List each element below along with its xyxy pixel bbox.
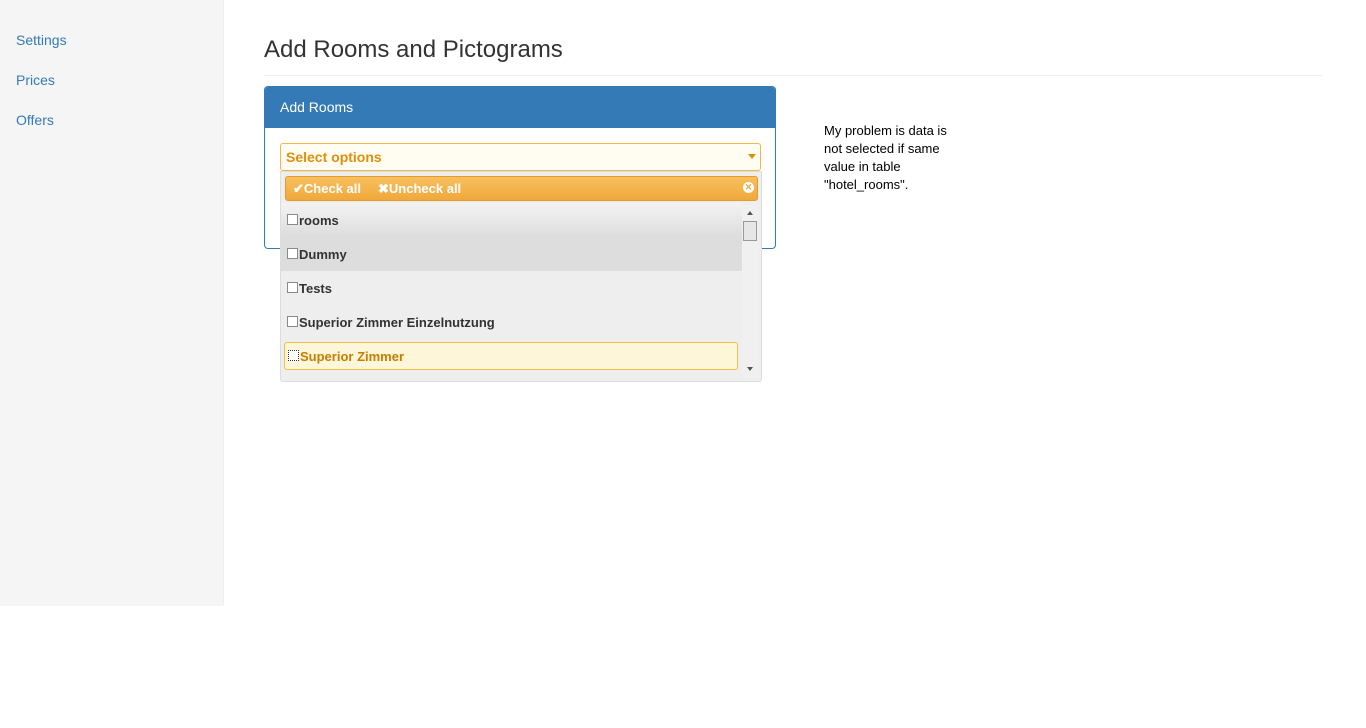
uncheck-all-link[interactable]: ✖Uncheck all bbox=[378, 177, 461, 200]
close-circle-icon[interactable]: ✕ bbox=[743, 182, 754, 193]
sidebar-item-settings[interactable]: Settings bbox=[16, 32, 67, 48]
multiselect-placeholder: Select options bbox=[286, 149, 382, 165]
sidebar-item-offers[interactable]: Offers bbox=[16, 112, 54, 128]
check-all-link[interactable]: ✔Check all bbox=[293, 177, 361, 200]
note-line: "hotel_rooms". bbox=[824, 177, 909, 192]
option-label: Tests bbox=[299, 281, 332, 296]
option-checkbox[interactable] bbox=[287, 282, 298, 293]
x-icon: ✖ bbox=[378, 181, 389, 196]
option-checkbox[interactable] bbox=[287, 214, 298, 225]
rooms-multiselect-button[interactable]: Select options bbox=[280, 143, 761, 171]
sidebar: Settings Prices Offers bbox=[0, 0, 224, 606]
option-checkbox[interactable] bbox=[287, 316, 298, 327]
option-label: rooms bbox=[299, 213, 339, 228]
option-dummy[interactable]: Dummy bbox=[281, 237, 742, 271]
note-line: My problem is data is bbox=[824, 123, 947, 138]
problem-note: My problem is data is not selected if sa… bbox=[824, 122, 974, 194]
option-tests[interactable]: Tests bbox=[281, 271, 742, 305]
option-label: Dummy bbox=[299, 247, 347, 262]
scroll-down-arrow-icon[interactable] bbox=[747, 367, 753, 371]
multiselect-header: ✔Check all ✖Uncheck all ✕ bbox=[285, 176, 758, 201]
option-checkbox[interactable] bbox=[287, 248, 298, 259]
multiselect-dropdown: ✔Check all ✖Uncheck all ✕ rooms Dummy Te… bbox=[280, 171, 762, 382]
option-checkbox[interactable] bbox=[288, 350, 299, 361]
sidebar-item-prices[interactable]: Prices bbox=[16, 72, 55, 88]
title-divider bbox=[264, 75, 1322, 76]
option-superior-zimmer-einzelnutzung[interactable]: Superior Zimmer Einzelnutzung bbox=[281, 305, 742, 339]
options-scrollbar[interactable] bbox=[742, 205, 759, 378]
scroll-up-arrow-icon[interactable] bbox=[747, 211, 753, 215]
uncheck-all-label: Uncheck all bbox=[388, 181, 462, 196]
caret-down-icon bbox=[748, 154, 756, 159]
panel-heading: Add Rooms bbox=[265, 87, 775, 128]
option-rooms[interactable]: rooms bbox=[281, 203, 742, 237]
options-list: rooms Dummy Tests Superior Zimmer Einzel… bbox=[281, 203, 742, 373]
option-superior-zimmer[interactable]: Superior Zimmer bbox=[284, 342, 738, 370]
option-label: Superior Zimmer bbox=[300, 349, 405, 364]
option-label: Superior Zimmer Einzelnutzung bbox=[299, 315, 495, 330]
scroll-thumb[interactable] bbox=[743, 221, 757, 241]
note-line: value in table bbox=[824, 159, 901, 174]
page-title: Add Rooms and Pictograms bbox=[264, 36, 563, 63]
note-line: not selected if same bbox=[824, 141, 940, 156]
check-all-label: Check all bbox=[303, 181, 361, 196]
check-icon: ✔ bbox=[293, 181, 304, 196]
